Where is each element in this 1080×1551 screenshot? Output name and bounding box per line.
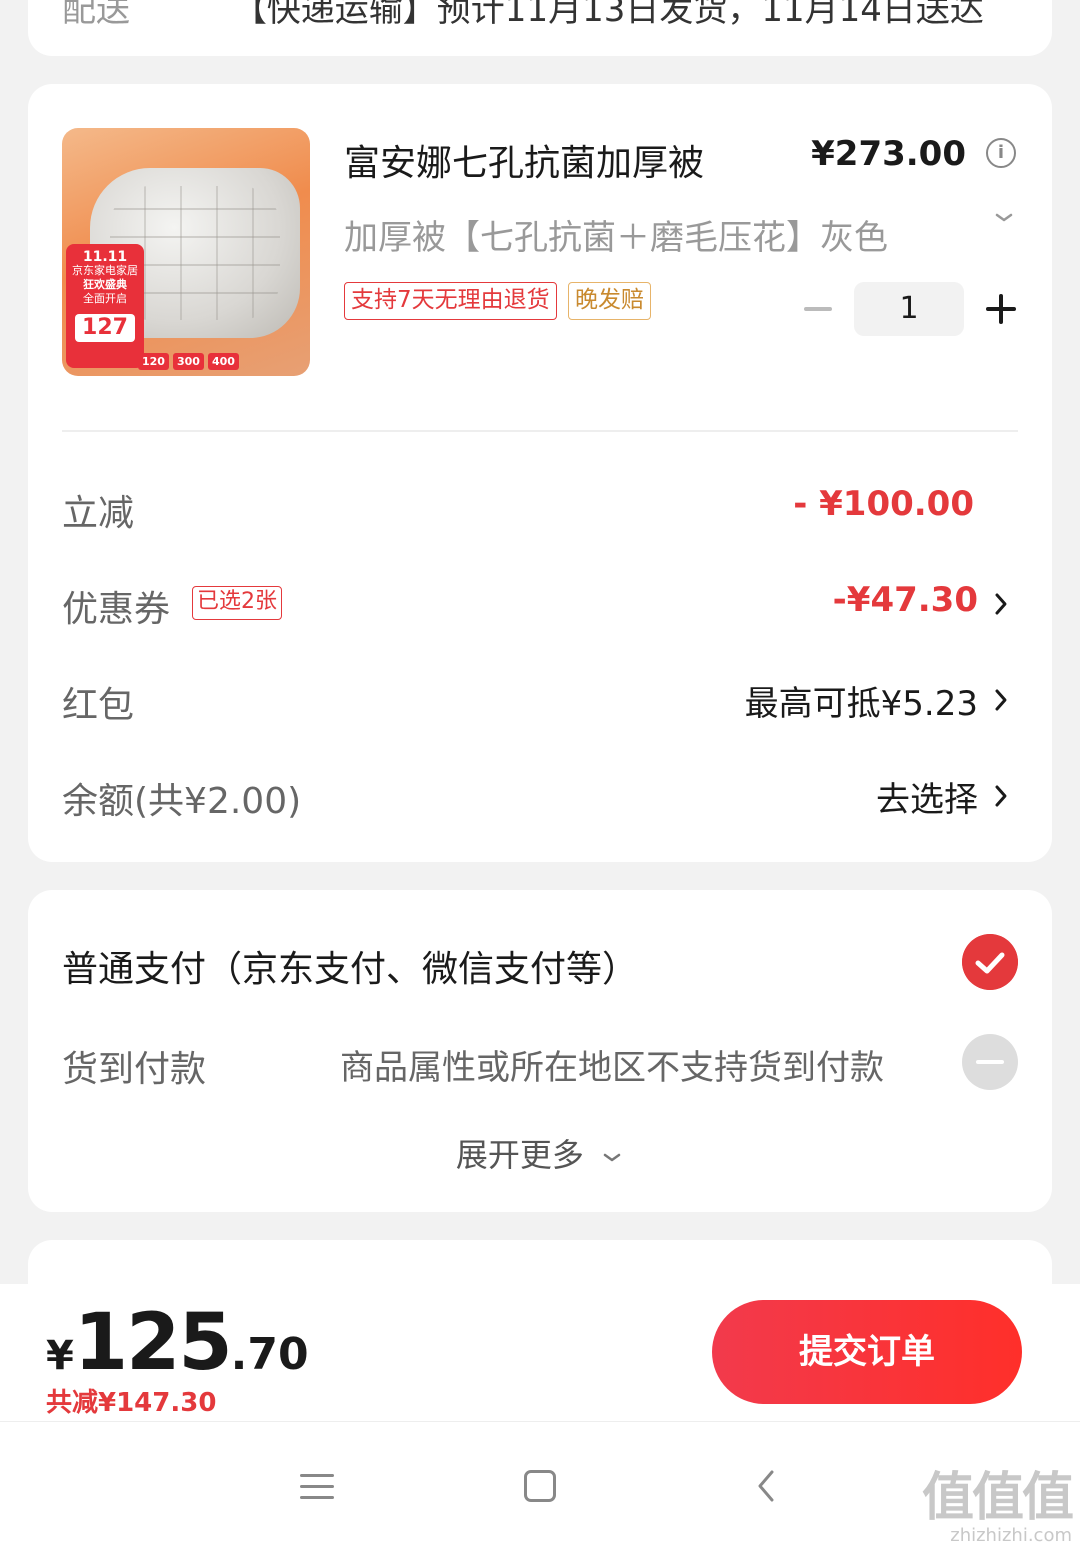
watermark-logo: 值值值 bbox=[921, 1468, 1074, 1528]
order-confirm-page: 配送 【快递运输】预计11月13日发货，11月14日送达 11.11 京东家电家… bbox=[0, 0, 1080, 1551]
delivery-card: 配送 【快递运输】预计11月13日发货，11月14日送达 bbox=[28, 0, 1052, 56]
cod-unavailable-note: 商品属性或所在地区不支持货到付款 bbox=[340, 1048, 884, 1088]
discount-row-instant: 立减 - ¥100.00 bbox=[62, 474, 1018, 534]
chevron-right-icon bbox=[995, 689, 1007, 711]
discount-row-balance[interactable]: 余额(共¥2.00) 去选择 bbox=[62, 762, 1018, 822]
chevron-down-icon bbox=[603, 1153, 621, 1162]
discount-label: 红包 bbox=[62, 685, 135, 726]
info-icon[interactable]: i bbox=[986, 138, 1016, 168]
discount-value: -¥47.30 bbox=[832, 580, 978, 620]
late-compensation-badge: 晚发赔 bbox=[568, 282, 651, 320]
total-decimal: .70 bbox=[230, 1329, 309, 1380]
total-price: ¥125.70 bbox=[46, 1298, 309, 1388]
discount-row-redpacket[interactable]: 红包 最高可抵¥5.23 bbox=[62, 666, 1018, 726]
promo-tag: 120 bbox=[138, 353, 169, 370]
back-icon[interactable] bbox=[754, 1468, 778, 1504]
divider bbox=[62, 430, 1018, 432]
disabled-icon bbox=[962, 1034, 1018, 1090]
quantity-minus-button[interactable] bbox=[804, 307, 832, 311]
delivery-row[interactable]: 配送 【快递运输】预计11月13日发货，11月14日送达 bbox=[62, 0, 1022, 31]
payment-option-normal[interactable]: 普通支付（京东支付、微信支付等） bbox=[62, 940, 638, 992]
discount-label: 立减 bbox=[62, 493, 135, 534]
product-card: 11.11 京东家电家居 狂欢盛典 全面开启 127 120 300 400 富… bbox=[28, 84, 1052, 862]
home-icon[interactable] bbox=[524, 1470, 556, 1502]
product-spec[interactable]: 加厚被【七孔抗菌＋磨毛压花】灰色 bbox=[344, 210, 954, 259]
delivery-label: 配送 bbox=[62, 0, 130, 30]
system-nav-bar bbox=[0, 1422, 1080, 1551]
promo-sticker: 11.11 京东家电家居 狂欢盛典 全面开启 127 bbox=[66, 244, 144, 368]
payment-option-cod: 货到付款 bbox=[62, 1049, 207, 1090]
delivery-text: 【快递运输】预计11月13日发货，11月14日送达 bbox=[232, 0, 984, 30]
total-saved[interactable]: 共减¥147.30 bbox=[46, 1382, 216, 1419]
chevron-down-icon[interactable] bbox=[992, 206, 1016, 230]
recent-apps-icon[interactable] bbox=[300, 1472, 334, 1500]
quantity-input[interactable]: 1 bbox=[854, 282, 964, 336]
chevron-right-icon bbox=[995, 593, 1007, 615]
coupon-count-badge: 已选2张 bbox=[192, 586, 282, 620]
discount-value: 最高可抵¥5.23 bbox=[744, 684, 978, 724]
currency-symbol: ¥ bbox=[46, 1333, 74, 1379]
product-price: ¥273.00 bbox=[811, 134, 966, 174]
checkmark-icon[interactable] bbox=[962, 934, 1018, 990]
watermark-url: zhizhizhi.com bbox=[950, 1525, 1072, 1546]
promo-line: 全面开启 bbox=[83, 292, 127, 305]
total-integer: 125 bbox=[73, 1298, 233, 1388]
submit-order-button[interactable]: 提交订单 bbox=[712, 1300, 1022, 1404]
promo-tags: 120 300 400 bbox=[138, 353, 239, 370]
discount-row-coupon[interactable]: 优惠券 已选2张 -¥47.30 bbox=[62, 570, 1018, 630]
quantity-plus-button[interactable] bbox=[986, 294, 1016, 324]
discount-value: 去选择 bbox=[876, 780, 978, 820]
chevron-right-icon bbox=[995, 785, 1007, 807]
expand-more-button[interactable]: 展开更多 bbox=[28, 1130, 1052, 1176]
return-policy-badge: 支持7天无理由退货 bbox=[344, 282, 557, 320]
promo-event: 11.11 bbox=[82, 249, 128, 265]
promo-price: 127 bbox=[75, 314, 135, 342]
promo-line: 狂欢盛典 bbox=[83, 278, 127, 291]
expand-more-label: 展开更多 bbox=[455, 1136, 584, 1174]
payment-card: 普通支付（京东支付、微信支付等） 货到付款 商品属性或所在地区不支持货到付款 展… bbox=[28, 890, 1052, 1212]
promo-tag: 400 bbox=[207, 353, 239, 370]
discount-label: 余额(共¥2.00) bbox=[62, 781, 302, 822]
discount-value: - ¥100.00 bbox=[793, 484, 974, 524]
discount-label: 优惠券 bbox=[62, 589, 171, 630]
watermark: 值值值 zhizhizhi.com bbox=[921, 1468, 1074, 1546]
checkout-bar: ¥125.70 共减¥147.30 提交订单 bbox=[0, 1284, 1080, 1422]
promo-tag: 300 bbox=[172, 353, 204, 370]
promo-line: 京东家电家居 bbox=[72, 264, 138, 277]
product-image[interactable]: 11.11 京东家电家居 狂欢盛典 全面开启 127 120 300 400 bbox=[62, 128, 310, 376]
product-title[interactable]: 富安娜七孔抗菌加厚被 bbox=[344, 134, 704, 186]
